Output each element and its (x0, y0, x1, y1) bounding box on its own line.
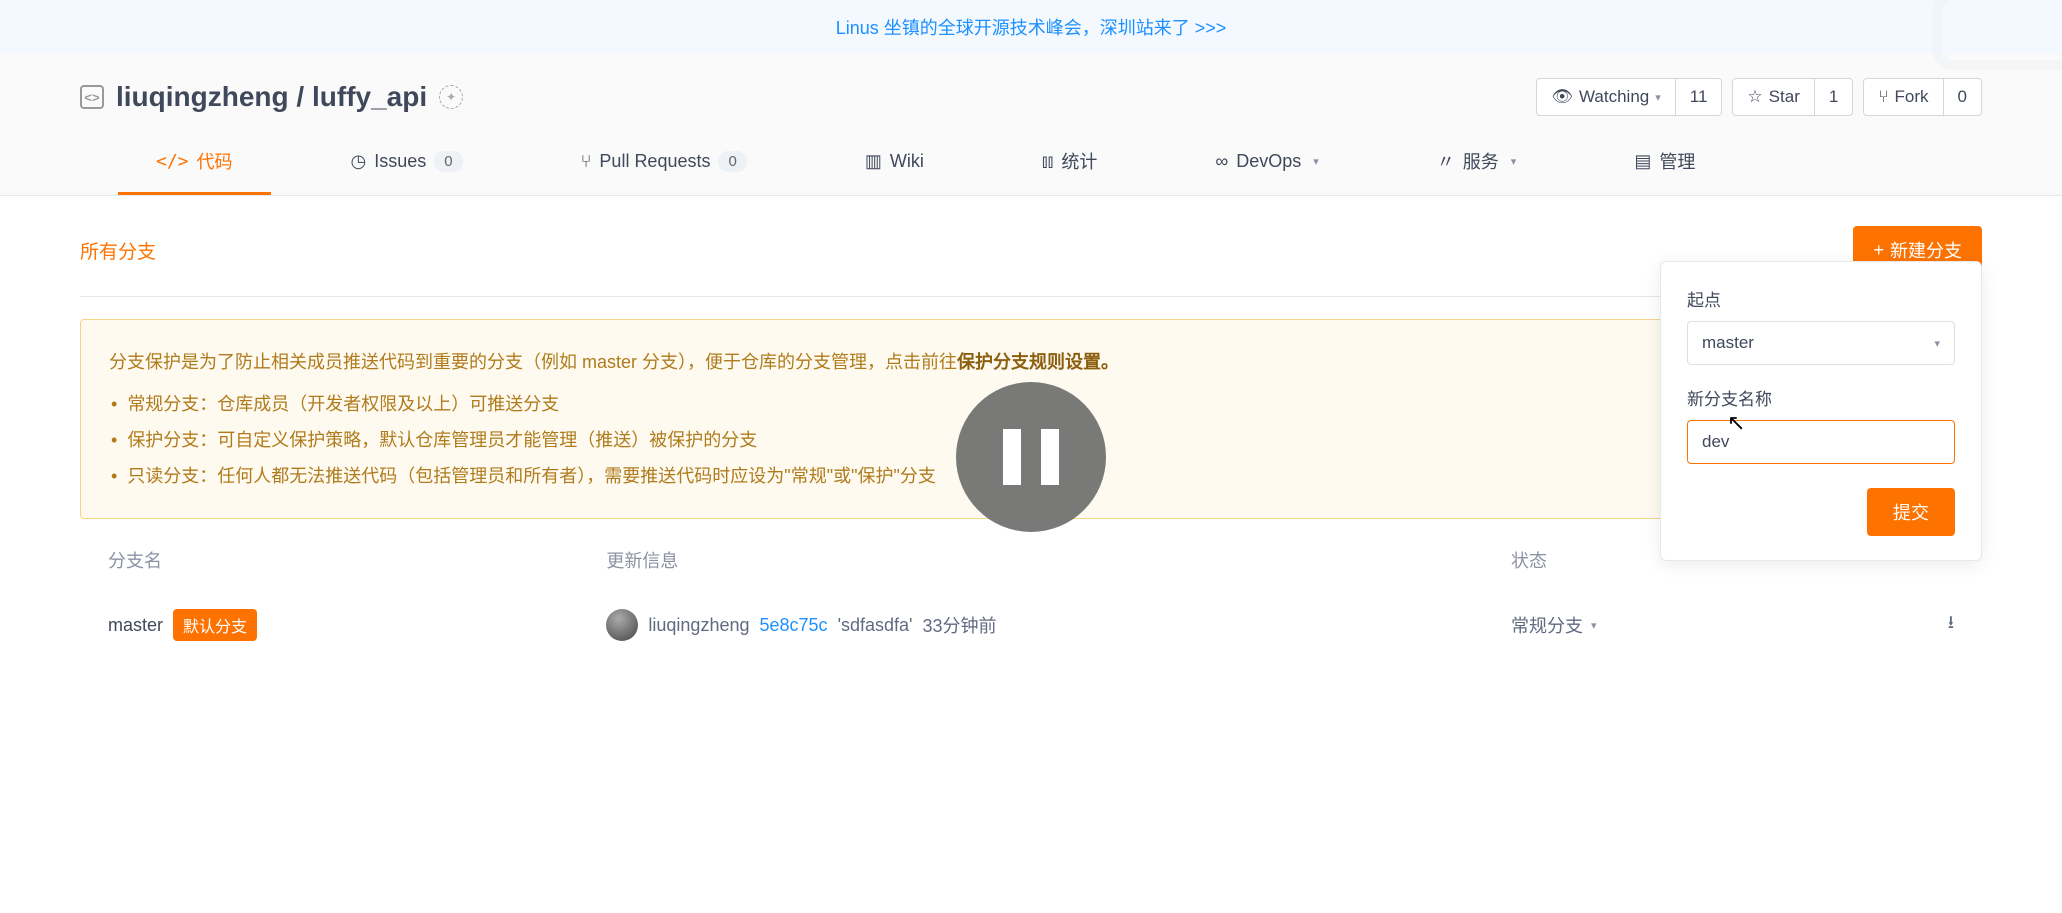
branch-status-label: 常规分支 (1511, 612, 1583, 638)
header-actions: 👁 Watching ▾ 11 ☆ Star 1 ⑂ Fork 0 (1536, 78, 1982, 116)
repo-sep: / (289, 81, 312, 112)
code-icon: <> (80, 85, 104, 109)
video-pause-overlay[interactable] (956, 382, 1106, 532)
all-branches-title: 所有分支 (80, 237, 156, 264)
fork-count: 0 (1944, 79, 1981, 115)
notice-intro-text: 分支保护是为了防止相关成员推送代码到重要的分支（例如 master 分支），便于… (109, 352, 957, 372)
col-branch-name: 分支名 (108, 547, 606, 573)
new-branch-popover: 起点 master ▾ 新分支名称 提交 ↖ (1660, 261, 1982, 561)
top-banner: Linus 坐镇的全球开源技术峰会，深圳站来了 >>> (0, 0, 2062, 54)
new-branch-label: 新建分支 (1890, 237, 1962, 263)
start-branch-select[interactable]: master ▾ (1687, 321, 1955, 365)
branch-row: master 默认分支 liuqingzheng 5e8c75c 'sdfasd… (80, 597, 1982, 653)
tab-wiki[interactable]: ▥ Wiki (827, 130, 962, 195)
tab-code-label: 代码 (197, 148, 233, 174)
tab-code[interactable]: </> 代码 (118, 130, 271, 195)
branch-name-input[interactable] (1687, 420, 1955, 464)
code-tab-icon: </> (156, 151, 189, 172)
submit-button[interactable]: 提交 (1867, 488, 1955, 536)
star-label: Star (1769, 87, 1800, 107)
start-point-label: 起点 (1687, 286, 1955, 311)
commit-hash[interactable]: 5e8c75c (760, 615, 828, 636)
tab-service-label: 服务 (1463, 148, 1499, 174)
tab-stats-label: 统计 (1061, 148, 1097, 174)
branch-actions-cell: ⭳ (1806, 610, 1954, 640)
chevron-down-icon: ▾ (1591, 619, 1597, 632)
fork-button[interactable]: ⑂ Fork 0 (1863, 78, 1982, 116)
chevron-down-icon: ▾ (1313, 155, 1319, 168)
watermark (1932, 0, 2062, 70)
issues-count: 0 (434, 151, 462, 172)
tab-pr-label: Pull Requests (599, 151, 710, 172)
tab-wiki-label: Wiki (890, 151, 924, 172)
tab-service[interactable]: 〃 服务 ▾ (1399, 130, 1555, 195)
col-update-info: 更新信息 (606, 547, 1511, 573)
donate-icon[interactable]: ✦ (439, 85, 463, 109)
eye-icon: 👁 (1551, 87, 1573, 107)
branch-name-input-label: 新分支名称 (1687, 385, 1955, 410)
update-info-cell: liuqingzheng 5e8c75c 'sdfasdfa' 33分钟前 (606, 609, 1511, 641)
repo-header: <> liuqingzheng / luffy_api ✦ 👁 Watching… (0, 54, 2062, 196)
star-button[interactable]: ☆ Star 1 (1732, 78, 1853, 116)
devops-icon: ∞ (1215, 151, 1228, 172)
branch-status-select[interactable]: 常规分支 ▾ (1511, 612, 1806, 638)
repo-path[interactable]: liuqingzheng / luffy_api (116, 81, 427, 113)
chevron-down-icon: ▾ (1934, 337, 1940, 350)
pause-bar-left (1003, 429, 1021, 485)
avatar[interactable] (606, 609, 638, 641)
repo-title: <> liuqingzheng / luffy_api ✦ (80, 81, 463, 113)
tab-stats[interactable]: ⫾⫾ 统计 (1004, 130, 1136, 195)
tab-pull-requests[interactable]: ⑂ Pull Requests 0 (543, 130, 785, 195)
fork-icon: ⑂ (1878, 87, 1888, 107)
fork-label: Fork (1895, 87, 1929, 107)
banner-link[interactable]: Linus 坐镇的全球开源技术峰会，深圳站来了 >>> (836, 18, 1227, 38)
admin-icon: ▤ (1634, 151, 1651, 172)
repo-name[interactable]: luffy_api (312, 81, 427, 112)
pause-bar-right (1041, 429, 1059, 485)
service-icon: 〃 (1437, 148, 1455, 174)
start-branch-value: master (1702, 333, 1754, 353)
commit-time: 33分钟前 (922, 612, 996, 638)
tab-devops-label: DevOps (1236, 151, 1301, 172)
branch-name-link[interactable]: master (108, 615, 163, 636)
star-count: 1 (1815, 79, 1852, 115)
header-top: <> liuqingzheng / luffy_api ✦ 👁 Watching… (80, 54, 1982, 130)
branch-name-cell: master 默认分支 (108, 609, 606, 641)
star-icon: ☆ (1747, 87, 1762, 107)
tab-admin[interactable]: ▤ 管理 (1596, 130, 1733, 195)
default-branch-badge: 默认分支 (173, 609, 257, 641)
plus-icon: + (1873, 240, 1884, 261)
watch-label: Watching (1579, 87, 1649, 107)
tab-issues-label: Issues (374, 151, 426, 172)
pr-count: 0 (718, 151, 746, 172)
commit-message: 'sdfasdfa' (838, 615, 913, 636)
download-icon[interactable]: ⭳ (1948, 612, 1954, 632)
pr-icon: ⑂ (581, 151, 592, 172)
chevron-down-icon: ▾ (1511, 155, 1517, 168)
tab-devops[interactable]: ∞ DevOps ▾ (1177, 130, 1356, 195)
watch-button[interactable]: 👁 Watching ▾ 11 (1536, 78, 1722, 116)
watch-count: 11 (1676, 79, 1722, 115)
tabs: </> 代码 ◷ Issues 0 ⑂ Pull Requests 0 ▥ Wi… (80, 130, 1982, 195)
notice-settings-link[interactable]: 保护分支规则设置。 (957, 352, 1119, 372)
repo-owner[interactable]: liuqingzheng (116, 81, 289, 112)
commit-author[interactable]: liuqingzheng (648, 615, 749, 636)
issues-icon: ◷ (351, 151, 367, 172)
chevron-down-icon: ▾ (1655, 91, 1661, 104)
wiki-icon: ▥ (865, 151, 882, 172)
tab-admin-label: 管理 (1659, 148, 1695, 174)
tab-issues[interactable]: ◷ Issues 0 (313, 130, 501, 195)
stats-icon: ⫾⫾ (1042, 151, 1054, 172)
